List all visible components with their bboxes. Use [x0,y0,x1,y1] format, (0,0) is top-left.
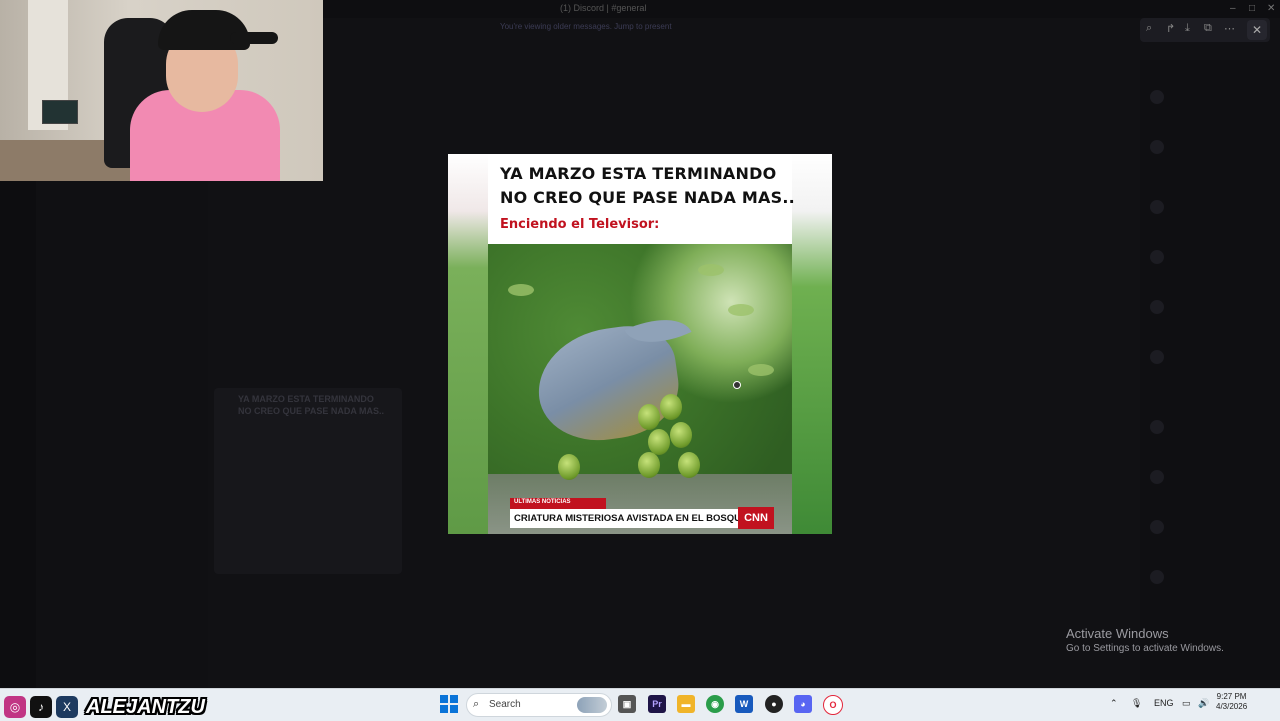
webcam-cap-brim [230,32,278,44]
word-icon[interactable]: W [735,695,753,713]
opera-icon[interactable]: O [823,695,843,715]
older-messages-notice[interactable]: You're viewing older messages. Jump to p… [500,22,672,31]
member-avatar[interactable] [1150,300,1164,314]
leaf [508,284,534,296]
meme-blur-right [792,154,832,534]
windows-start-icon[interactable] [440,695,458,713]
task-view-icon[interactable]: ▣ [618,695,636,713]
activate-windows-watermark: Activate Windows Go to Settings to activ… [1066,626,1224,654]
close-viewer-button[interactable]: ✕ [1247,20,1267,40]
download-icon[interactable]: ⤓ [1185,22,1190,35]
file-explorer-icon[interactable]: ▬ [677,695,695,713]
streamer-handle: ALEJANTZU [86,696,205,718]
egg [558,454,580,480]
card-line1: YA MARZO ESTA TERMINANDO [238,394,374,404]
meme-line2: NO CREO QUE PASE NADA MAS.. [500,188,795,207]
meme-header: YA MARZO ESTA TERMINANDO NO CREO QUE PAS… [488,154,795,244]
discord-icon[interactable]: ◕ [794,695,812,713]
search-highlight-image [577,697,607,713]
member-avatar[interactable] [1150,520,1164,534]
server-sidebar[interactable] [0,180,36,688]
chevron-up-icon[interactable]: ⌃ [1110,698,1118,709]
member-avatar[interactable] [1150,140,1164,154]
leaf [728,304,754,316]
mouse-cursor [733,381,741,389]
window-title: (1) Discord | #general [560,3,647,13]
maximize-button[interactable]: □ [1249,3,1255,14]
taskbar-search[interactable]: ⌕ Search [466,693,612,717]
close-window-button[interactable]: ✕ [1267,3,1275,14]
volume-icon[interactable]: 🔊 [1198,698,1209,709]
activate-subtitle: Go to Settings to activate Windows. [1066,643,1224,654]
webcam-cap [158,10,250,50]
news-headline: CRIATURA MISTERIOSA AVISTADA EN EL BOSQU… [514,513,748,524]
search-label: Search [489,699,521,710]
member-avatar[interactable] [1150,570,1164,584]
member-avatar[interactable] [1150,200,1164,214]
egg [638,404,660,430]
microphone-icon[interactable]: 🎙 [1131,698,1142,709]
language-indicator[interactable]: ENG [1154,698,1174,708]
obs-icon[interactable]: ● [765,695,783,713]
activate-title: Activate Windows [1066,626,1169,641]
card-line2: NO CREO QUE PASE NADA MAS.. [238,406,385,416]
x-icon: X [56,696,78,718]
background-meme-card[interactable]: YA MARZO ESTA TERMINANDO NO CREO QUE PAS… [214,388,402,574]
webcam-laptop [42,100,78,124]
zoom-icon[interactable]: ⌕ [1146,22,1152,35]
minimize-button[interactable]: – [1230,3,1236,14]
webcam-overlay [0,0,323,181]
tiktok-icon: ♪ [30,696,52,718]
member-avatar[interactable] [1150,250,1164,264]
egg [648,429,670,455]
clock-time: 9:27 PM [1216,692,1247,701]
egg [660,394,682,420]
member-avatar[interactable] [1150,470,1164,484]
meme-blur-left [448,154,488,534]
leaf [748,364,774,376]
channel-list[interactable] [36,180,208,688]
more-icon[interactable]: ⋯ [1224,22,1235,35]
network-icon[interactable]: ▭ [1182,698,1191,709]
meme-photo [488,244,792,534]
premiere-icon[interactable]: Pr [648,695,666,713]
news-headline-bar: CRIATURA MISTERIOSA AVISTADA EN EL BOSQU… [510,509,747,528]
member-avatar[interactable] [1150,350,1164,364]
news-tag-text: ULTIMAS NOTICIAS [514,499,571,505]
share-icon[interactable]: ↱ [1166,22,1175,35]
instagram-icon: ◎ [4,696,26,718]
taskbar-clock[interactable]: 9:27 PM 4/3/2026 [1216,692,1247,712]
open-icon[interactable]: ⧉ [1204,22,1212,35]
meme-line1: YA MARZO ESTA TERMINANDO [500,164,777,183]
member-avatar[interactable] [1150,90,1164,104]
news-tag: ULTIMAS NOTICIAS [510,498,606,509]
search-icon: ⌕ [473,698,480,710]
meme-subtitle: Enciendo el Televisor: [500,217,660,232]
chrome-icon[interactable]: ◉ [706,695,724,713]
member-avatar[interactable] [1150,420,1164,434]
egg [678,452,700,478]
egg [638,452,660,478]
clock-date: 4/3/2026 [1216,702,1248,711]
meme-image[interactable]: YA MARZO ESTA TERMINANDO NO CREO QUE PAS… [448,154,832,534]
egg [670,422,692,448]
cnn-logo: CNN [738,507,774,529]
member-list[interactable] [1140,60,1280,680]
leaf [698,264,724,276]
